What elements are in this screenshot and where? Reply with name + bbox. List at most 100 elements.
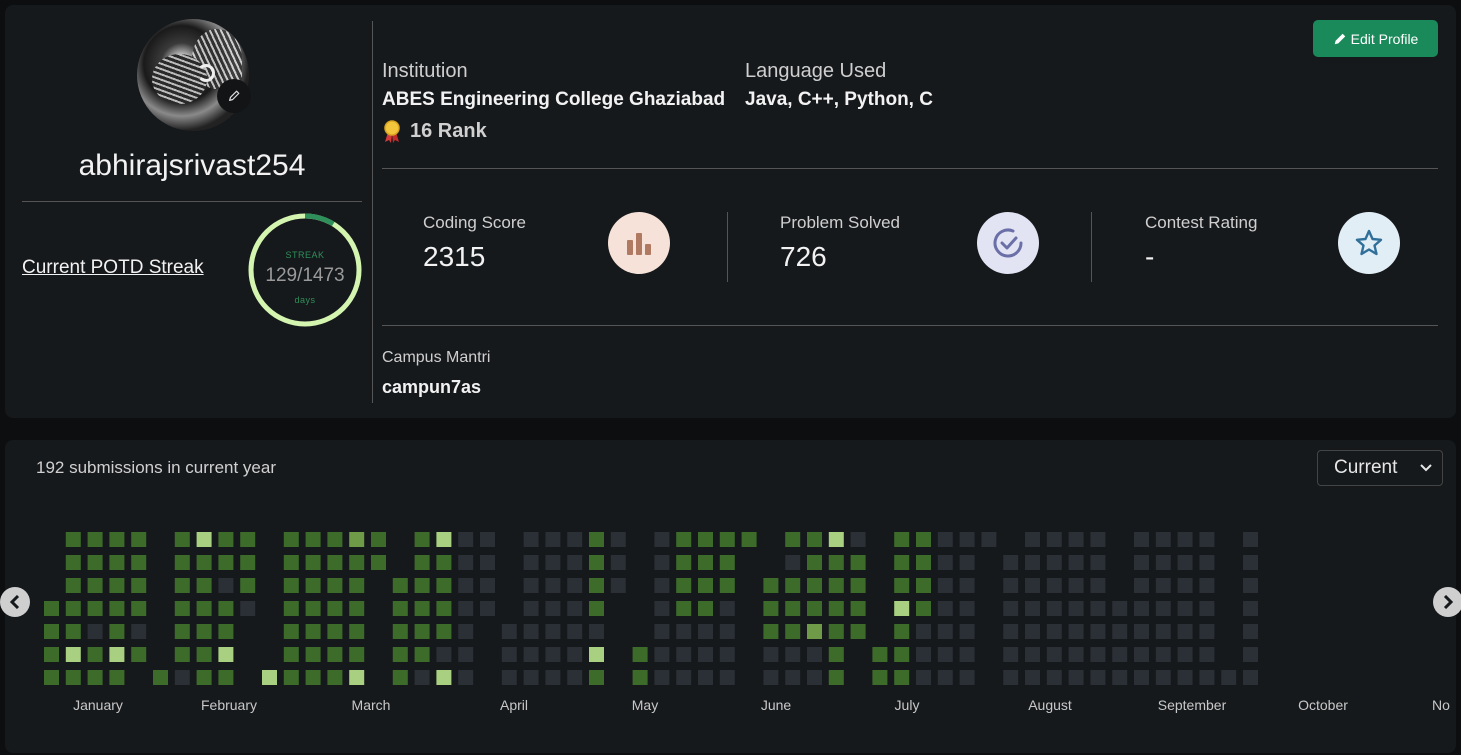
heatmap-cell[interactable] <box>174 647 190 662</box>
heatmap-cell[interactable] <box>1199 670 1215 685</box>
heatmap-cell[interactable] <box>196 624 212 639</box>
heatmap-cell[interactable] <box>698 578 713 593</box>
heatmap-cell[interactable] <box>1177 532 1193 547</box>
heatmap-cell[interactable] <box>349 578 365 593</box>
heatmap-cell[interactable] <box>305 601 321 616</box>
heatmap-cell[interactable] <box>698 532 713 547</box>
heatmap-cell[interactable] <box>959 624 975 639</box>
heatmap-cell[interactable] <box>610 555 626 570</box>
heatmap-cell[interactable] <box>458 578 474 593</box>
heatmap-cell[interactable] <box>1177 601 1193 616</box>
heatmap-cell[interactable] <box>392 647 408 662</box>
heatmap-cell[interactable] <box>589 555 604 570</box>
heatmap-cell[interactable] <box>87 670 103 685</box>
heatmap-cell[interactable] <box>545 532 561 547</box>
heatmap-cell[interactable] <box>327 647 343 662</box>
heatmap-cell[interactable] <box>894 532 910 547</box>
heatmap-cell[interactable] <box>676 670 692 685</box>
heatmap-cell[interactable] <box>436 647 452 662</box>
heatmap-cell[interactable] <box>414 647 430 662</box>
heatmap-cell[interactable] <box>654 555 670 570</box>
heatmap-cell[interactable] <box>87 578 103 593</box>
heatmap-cell[interactable] <box>807 670 822 685</box>
heatmap-cell[interactable] <box>174 670 190 685</box>
heatmap-cell[interactable] <box>65 624 81 639</box>
heatmap-cell[interactable] <box>1003 601 1019 616</box>
heatmap-cell[interactable] <box>719 532 735 547</box>
heatmap-cell[interactable] <box>698 555 713 570</box>
heatmap-cell[interactable] <box>698 624 713 639</box>
heatmap-cell[interactable] <box>327 670 343 685</box>
heatmap-cell[interactable] <box>937 624 953 639</box>
heatmap-cell[interactable] <box>850 555 866 570</box>
heatmap-cell[interactable] <box>1177 555 1193 570</box>
heatmap-cell[interactable] <box>676 555 692 570</box>
heatmap-cell[interactable] <box>1046 670 1062 685</box>
heatmap-cell[interactable] <box>174 624 190 639</box>
heatmap-cell[interactable] <box>872 647 888 662</box>
heatmap-cell[interactable] <box>763 578 779 593</box>
heatmap-cell[interactable] <box>283 601 299 616</box>
heatmap-cell[interactable] <box>850 624 866 639</box>
heatmap-cell[interactable] <box>1112 647 1128 662</box>
heatmap-cell[interactable] <box>719 647 735 662</box>
heatmap-cell[interactable] <box>959 601 975 616</box>
heatmap-cell[interactable] <box>1090 555 1106 570</box>
heatmap-cell[interactable] <box>196 601 212 616</box>
heatmap-cell[interactable] <box>523 555 539 570</box>
heatmap-cell[interactable] <box>916 555 931 570</box>
heatmap-cell[interactable] <box>1090 578 1106 593</box>
heatmap-cell[interactable] <box>1090 647 1106 662</box>
heatmap-cell[interactable] <box>240 532 256 547</box>
heatmap-cell[interactable] <box>567 532 583 547</box>
heatmap-cell[interactable] <box>1025 555 1040 570</box>
heatmap-cell[interactable] <box>1155 670 1171 685</box>
heatmap-cell[interactable] <box>719 578 735 593</box>
heatmap-cell[interactable] <box>1003 670 1019 685</box>
heatmap-cell[interactable] <box>1112 601 1128 616</box>
heatmap-cell[interactable] <box>807 555 822 570</box>
heatmap-cell[interactable] <box>937 532 953 547</box>
heatmap-cell[interactable] <box>654 647 670 662</box>
heatmap-cell[interactable] <box>894 624 910 639</box>
heatmap-cell[interactable] <box>523 532 539 547</box>
heatmap-cell[interactable] <box>1046 555 1062 570</box>
heatmap-cell[interactable] <box>109 578 125 593</box>
heatmap-cell[interactable] <box>501 647 517 662</box>
heatmap-cell[interactable] <box>545 555 561 570</box>
heatmap-cell[interactable] <box>545 670 561 685</box>
heatmap-cell[interactable] <box>894 670 910 685</box>
heatmap-cell[interactable] <box>872 670 888 685</box>
heatmap-cell[interactable] <box>937 555 953 570</box>
heatmap-cell[interactable] <box>109 555 125 570</box>
heatmap-cell[interactable] <box>1112 670 1128 685</box>
heatmap-cell[interactable] <box>349 624 365 639</box>
heatmap-cell[interactable] <box>1025 624 1040 639</box>
heatmap-cell[interactable] <box>65 670 81 685</box>
heatmap-cell[interactable] <box>654 670 670 685</box>
heatmap-cell[interactable] <box>65 555 81 570</box>
heatmap-cell[interactable] <box>589 601 604 616</box>
heatmap-cell[interactable] <box>109 647 125 662</box>
year-select[interactable]: Current <box>1317 450 1443 486</box>
heatmap-cell[interactable] <box>807 647 822 662</box>
heatmap-cell[interactable] <box>87 555 103 570</box>
heatmap-cell[interactable] <box>1003 624 1019 639</box>
heatmap-cell[interactable] <box>218 601 234 616</box>
heatmap-cell[interactable] <box>1090 670 1106 685</box>
heatmap-cell[interactable] <box>109 670 125 685</box>
heatmap-cell[interactable] <box>392 624 408 639</box>
heatmap-cell[interactable] <box>567 670 583 685</box>
heatmap-cell[interactable] <box>828 670 844 685</box>
heatmap-cell[interactable] <box>131 647 147 662</box>
heatmap-cell[interactable] <box>937 601 953 616</box>
heatmap-cell[interactable] <box>436 670 452 685</box>
heatmap-cell[interactable] <box>283 624 299 639</box>
heatmap-cell[interactable] <box>305 670 321 685</box>
heatmap-cell[interactable] <box>676 601 692 616</box>
heatmap-cell[interactable] <box>218 578 234 593</box>
heatmap-cell[interactable] <box>414 555 430 570</box>
heatmap-cell[interactable] <box>1134 670 1149 685</box>
heatmap-cell[interactable] <box>632 670 648 685</box>
heatmap-cell[interactable] <box>1199 647 1215 662</box>
